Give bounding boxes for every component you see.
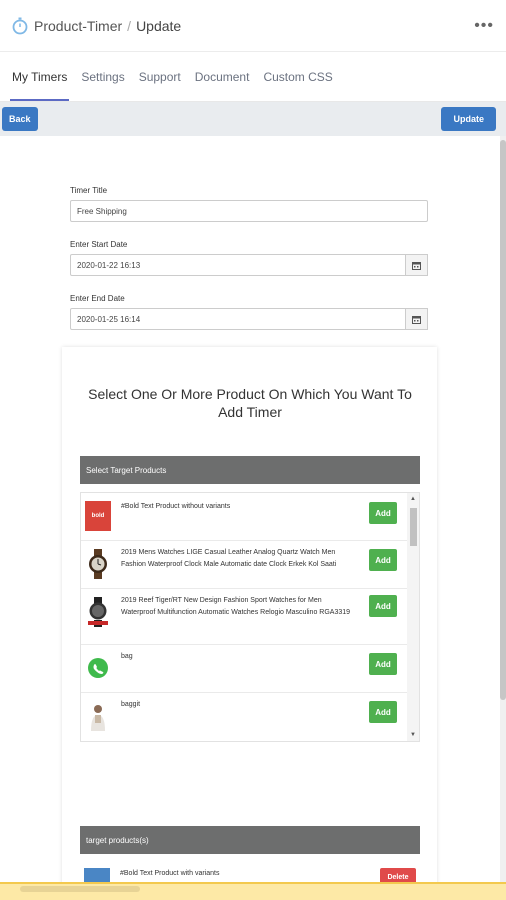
list-item: 2019 Reef Tiger/RT New Design Fashion Sp…	[81, 589, 407, 645]
list-item: bag Add	[81, 645, 407, 693]
scroll-down-icon[interactable]: ▼	[410, 732, 416, 738]
sport-watch-icon	[85, 597, 111, 627]
list-item: bold #Bold Text Product without variants…	[81, 493, 407, 541]
breadcrumb-separator: /	[127, 17, 132, 34]
app-frame: Product-Timer / Update ••• My Timers Set…	[0, 0, 506, 900]
timer-icon	[12, 17, 28, 34]
target-product-name: #Bold Text Product with variants	[120, 870, 220, 877]
watch-icon	[85, 549, 111, 579]
add-product-button[interactable]: Add	[369, 701, 397, 723]
person-icon	[85, 701, 111, 731]
page-title: Update	[136, 17, 182, 34]
tab-document[interactable]: Document	[195, 52, 250, 101]
end-date-group: Enter End Date 2020-01-25 16:14	[70, 294, 428, 330]
product-name: bag	[121, 653, 133, 660]
scroll-up-icon[interactable]: ▲	[410, 496, 416, 502]
add-product-button[interactable]: Add	[369, 595, 397, 617]
product-list-scroll-thumb[interactable]	[410, 508, 417, 546]
update-button[interactable]: Update	[441, 107, 496, 131]
target-products-bar: target products(s)	[80, 826, 420, 854]
add-product-button[interactable]: Add	[369, 653, 397, 675]
start-date-input[interactable]: 2020-01-22 16:13	[70, 254, 406, 276]
page-scrollbar-thumb[interactable]	[500, 140, 506, 700]
tab-custom-css[interactable]: Custom CSS	[263, 52, 332, 101]
bottom-notification-strip	[0, 882, 506, 900]
target-product-row: #Bold Text Product with variants Delete	[80, 862, 420, 886]
product-name: 2019 Reef Tiger/RT New Design Fashion Sp…	[121, 597, 351, 616]
timer-title-label: Timer Title	[70, 186, 108, 195]
start-date-label: Enter Start Date	[70, 240, 128, 249]
product-panel-heading: Select One Or More Product On Which You …	[88, 386, 412, 420]
product-list-scrollbar[interactable]: ▲ ▼	[407, 493, 419, 741]
end-calendar-icon[interactable]	[406, 308, 428, 330]
tab-my-timers[interactable]: My Timers	[9, 52, 70, 101]
end-date-label: Enter End Date	[70, 294, 125, 303]
list-item: baggit Add	[81, 693, 407, 741]
whatsapp-icon	[85, 653, 111, 683]
select-target-products-bar: Select Target Products	[80, 456, 420, 484]
more-options-icon[interactable]: •••	[474, 17, 494, 35]
product-name: baggit	[121, 701, 141, 708]
start-calendar-icon[interactable]	[406, 254, 428, 276]
add-product-button[interactable]: Add	[369, 549, 397, 571]
product-name: #Bold Text Product without variants	[121, 503, 231, 510]
timer-title-group: Timer Title Free Shipping	[70, 186, 428, 222]
action-toolbar: Back Update	[0, 102, 506, 136]
product-name: 2019 Mens Watches LIGE Casual Leather An…	[121, 549, 337, 568]
list-item: 2019 Mens Watches LIGE Casual Leather An…	[81, 541, 407, 589]
tab-bar: My Timers Settings Support Document Cust…	[0, 52, 506, 102]
tab-settings[interactable]: Settings	[81, 52, 124, 101]
tab-support[interactable]: Support	[139, 52, 181, 101]
end-date-input[interactable]: 2020-01-25 16:14	[70, 308, 406, 330]
add-product-button[interactable]: Add	[369, 502, 397, 524]
start-date-group: Enter Start Date 2020-01-22 16:13	[70, 240, 428, 276]
app-header: Product-Timer / Update •••	[0, 0, 506, 52]
app-name[interactable]: Product-Timer	[34, 18, 122, 34]
back-button[interactable]: Back	[2, 107, 38, 131]
timer-title-input[interactable]: Free Shipping	[70, 200, 428, 222]
product-list[interactable]: bold #Bold Text Product without variants…	[80, 492, 420, 742]
bold-product-icon: bold	[85, 501, 111, 531]
bottom-strip-content	[20, 886, 140, 892]
